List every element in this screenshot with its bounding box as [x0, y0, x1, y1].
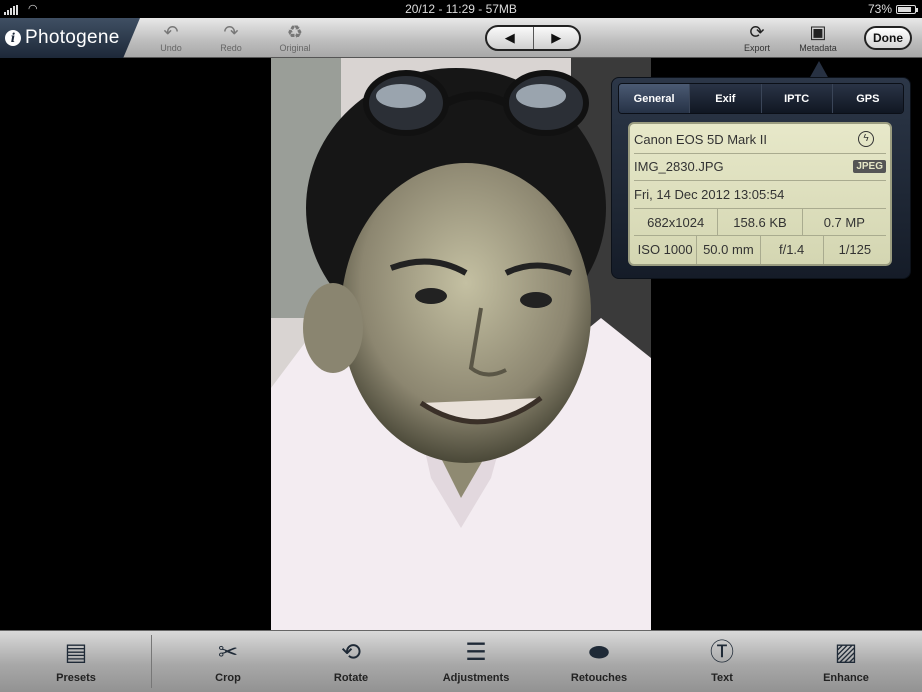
previous-image-button[interactable]: ◀: [487, 27, 533, 49]
enhance-label: Enhance: [823, 672, 869, 684]
redo-button[interactable]: ↷ Redo: [206, 21, 256, 53]
metadata-tabs: General Exif IPTC GPS: [618, 83, 904, 114]
export-label: Export: [743, 43, 770, 53]
tab-iptc[interactable]: IPTC: [760, 84, 832, 113]
export-icon: ⟳: [749, 22, 765, 42]
rotate-button[interactable]: ⟲ Rotate: [301, 637, 401, 684]
enhance-icon: ▨: [834, 639, 858, 666]
presets-label: Presets: [56, 672, 96, 684]
undo-label: Undo: [160, 43, 182, 53]
image-dimensions: 682x1024: [634, 208, 719, 236]
crop-button[interactable]: ✂ Crop: [178, 637, 278, 684]
arrow-right-icon: ▶: [551, 30, 562, 45]
text-bubble-icon: Ⓣ: [710, 639, 734, 666]
text-button[interactable]: Ⓣ Text: [672, 637, 772, 684]
enhance-button[interactable]: ▨ Enhance: [796, 637, 896, 684]
status-time: 20/12 - 11:29 - 57MB: [405, 2, 517, 16]
metadata-popover: General Exif IPTC GPS Canon EOS 5D Mark …: [611, 77, 911, 279]
metadata-icon: ▣: [809, 22, 827, 42]
crop-label: Crop: [215, 672, 241, 684]
tab-general[interactable]: General: [619, 84, 690, 113]
metadata-label: Metadata: [799, 43, 837, 53]
export-button[interactable]: ⟳ Export: [732, 21, 782, 53]
megapixels: 0.7 MP: [823, 214, 865, 230]
original-button[interactable]: ♻ Original: [270, 21, 320, 53]
bandage-icon: ⬬: [588, 639, 610, 666]
presets-icon: ▤: [64, 639, 88, 666]
file-size: 158.6 KB: [718, 208, 803, 236]
tab-gps[interactable]: GPS: [831, 84, 903, 113]
top-toolbar: i Photogene ↶ Undo ↷ Redo ♻ Original ◀ ▶…: [0, 18, 922, 58]
toolbar-divider: [151, 635, 152, 688]
original-label: Original: [279, 43, 311, 53]
iso-value: ISO 1000: [634, 236, 698, 264]
rotate-label: Rotate: [333, 672, 369, 684]
metadata-button[interactable]: ▣ Metadata: [793, 21, 843, 53]
sliders-icon: ☰: [465, 639, 487, 666]
undo-button[interactable]: ↶ Undo: [146, 21, 196, 53]
shutter-speed: 1/125: [838, 242, 872, 258]
redo-label: Redo: [220, 43, 242, 53]
flash-icon: ϟ: [858, 131, 874, 148]
format-badge: JPEG: [853, 160, 886, 174]
edited-photo[interactable]: [271, 58, 651, 630]
presets-button[interactable]: ▤ Presets: [26, 637, 126, 684]
capture-date: Fri, 14 Dec 2012 13:05:54: [634, 186, 785, 202]
metadata-panel: Canon EOS 5D Mark II ϟ IMG_2830.JPG JPEG…: [628, 122, 892, 266]
adjustments-label: Adjustments: [442, 672, 510, 684]
bottom-toolbar: ▤ Presets ✂ Crop ⟲ Rotate ☰ Adjustments …: [0, 630, 922, 692]
app-name: Photogene: [25, 27, 120, 48]
camera-model: Canon EOS 5D Mark II: [634, 131, 767, 147]
text-label: Text: [711, 672, 733, 684]
file-name: IMG_2830.JPG: [634, 159, 724, 175]
retouches-button[interactable]: ⬬ Retouches: [549, 637, 649, 684]
battery-percent: 73%: [867, 2, 892, 16]
info-icon[interactable]: i: [5, 30, 21, 46]
scissors-icon: ✂: [217, 639, 239, 666]
aperture: f/1.4: [761, 236, 824, 264]
retouches-label: Retouches: [570, 672, 628, 684]
status-bar: ◠ 20/12 - 11:29 - 57MB 73%: [0, 0, 922, 18]
rotate-icon: ⟲: [340, 639, 362, 666]
tab-exif[interactable]: Exif: [689, 84, 761, 113]
next-image-button[interactable]: ▶: [532, 27, 580, 49]
app-brand[interactable]: i Photogene: [0, 18, 140, 58]
portrait-photo: [271, 58, 651, 630]
battery-icon: [896, 4, 918, 14]
adjustments-button[interactable]: ☰ Adjustments: [426, 637, 526, 684]
focal-length: 50.0 mm: [697, 236, 761, 264]
image-navigation: ◀ ▶: [485, 25, 581, 51]
recycle-icon: ♻: [286, 22, 304, 42]
done-button[interactable]: Done: [864, 26, 912, 50]
redo-icon: ↷: [223, 22, 239, 42]
arrow-left-icon: ◀: [504, 30, 515, 45]
undo-icon: ↶: [163, 22, 179, 42]
